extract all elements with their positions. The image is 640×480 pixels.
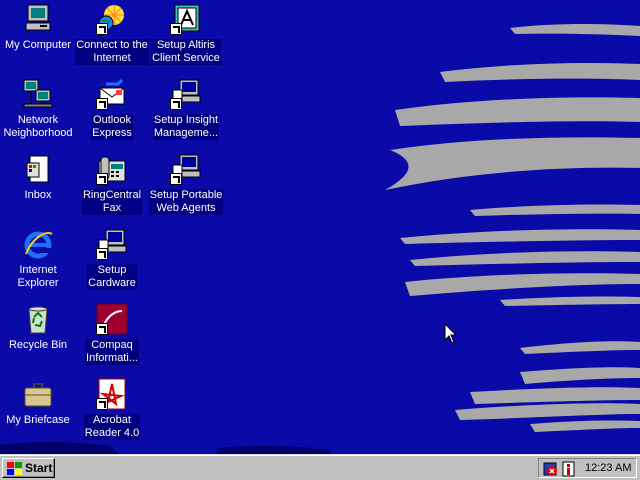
desktop[interactable]: My Computer Network Neighborhood Inbox I…: [0, 0, 640, 454]
desktop-icon-internet-explorer[interactable]: Internet Explorer: [0, 228, 76, 298]
desktop-icon-connect-internet[interactable]: Connect to the Internet: [74, 3, 150, 73]
icon-label: Recycle Bin: [8, 339, 68, 351]
desktop-icon-inbox[interactable]: Inbox: [0, 153, 76, 223]
shortcut-arrow-icon: [96, 23, 108, 35]
desktop-icon-ringcentral-fax[interactable]: RingCentral Fax: [74, 153, 150, 223]
compaq-info-icon: [96, 303, 128, 335]
shortcut-arrow-icon: [96, 398, 108, 410]
recycle-bin-icon: [22, 303, 54, 335]
clock[interactable]: 12:23 AM: [585, 459, 631, 477]
network-neighborhood-icon: [22, 78, 54, 110]
security-tray-icon[interactable]: [543, 461, 559, 477]
icon-label: Outlook Express: [91, 114, 133, 140]
acrobat-icon: [96, 378, 128, 410]
desktop-icon-network-neighborhood[interactable]: Network Neighborhood: [0, 78, 76, 148]
outlook-express-icon: [96, 78, 128, 110]
icon-label: Acrobat Reader 4.0: [83, 414, 141, 440]
desktop-icon-setup-cardware[interactable]: Setup Cardware: [74, 228, 150, 298]
desktop-icon-setup-altiris[interactable]: Setup Altiris Client Service: [148, 3, 224, 73]
desktop-icon-acrobat-reader[interactable]: Acrobat Reader 4.0: [74, 378, 150, 448]
icon-label: Internet Explorer: [17, 264, 59, 289]
connect-internet-icon: [96, 3, 128, 35]
icon-label: Connect to the Internet: [75, 39, 149, 65]
start-label: Start: [25, 461, 53, 475]
briefcase-icon: [22, 378, 54, 410]
icon-label: My Computer: [4, 39, 72, 51]
inbox-icon: [22, 153, 54, 185]
fax-icon: [96, 153, 128, 185]
shortcut-arrow-icon: [96, 173, 108, 185]
mouse-pointer-icon: [444, 323, 458, 344]
internet-explorer-icon: [22, 228, 54, 260]
setup-computer-icon: [170, 78, 202, 110]
icon-label: Compaq Informati...: [85, 339, 139, 365]
setup-computer-icon: [96, 228, 128, 260]
icon-label: Setup Cardware: [87, 264, 137, 290]
icon-label: RingCentral Fax: [81, 189, 143, 215]
desktop-icon-outlook-express[interactable]: Outlook Express: [74, 78, 150, 148]
icon-label: Inbox: [24, 189, 52, 201]
setup-computer-icon: [170, 153, 202, 185]
icon-label: Setup Altiris Client Service: [151, 39, 221, 65]
shortcut-arrow-icon: [96, 323, 108, 335]
desktop-icon-my-briefcase[interactable]: My Briefcase: [0, 378, 76, 448]
desktop-icon-recycle-bin[interactable]: Recycle Bin: [0, 303, 76, 373]
my-computer-icon: [22, 3, 54, 35]
icon-label: Setup Insight Manageme...: [152, 114, 220, 140]
taskbar: Start 12:23 AM: [0, 454, 640, 480]
shortcut-arrow-icon: [96, 248, 108, 260]
icon-label: Network Neighborhood: [3, 114, 73, 139]
system-tray: 12:23 AM: [538, 458, 637, 478]
icon-label: Setup Portable Web Agents: [148, 189, 224, 215]
icon-label: My Briefcase: [6, 414, 70, 426]
start-button[interactable]: Start: [2, 458, 55, 478]
info-tray-icon[interactable]: [561, 461, 577, 477]
altiris-icon: [170, 3, 202, 35]
desktop-icon-setup-insight[interactable]: Setup Insight Manageme...: [148, 78, 224, 148]
shortcut-arrow-icon: [96, 98, 108, 110]
shortcut-arrow-icon: [170, 173, 182, 185]
desktop-icon-compaq-info[interactable]: Compaq Informati...: [74, 303, 150, 373]
desktop-icon-setup-portable-web-agents[interactable]: Setup Portable Web Agents: [148, 153, 224, 223]
windows-logo-icon: [7, 462, 22, 475]
shortcut-arrow-icon: [170, 98, 182, 110]
desktop-icon-my-computer[interactable]: My Computer: [0, 3, 76, 73]
shortcut-arrow-icon: [170, 23, 182, 35]
